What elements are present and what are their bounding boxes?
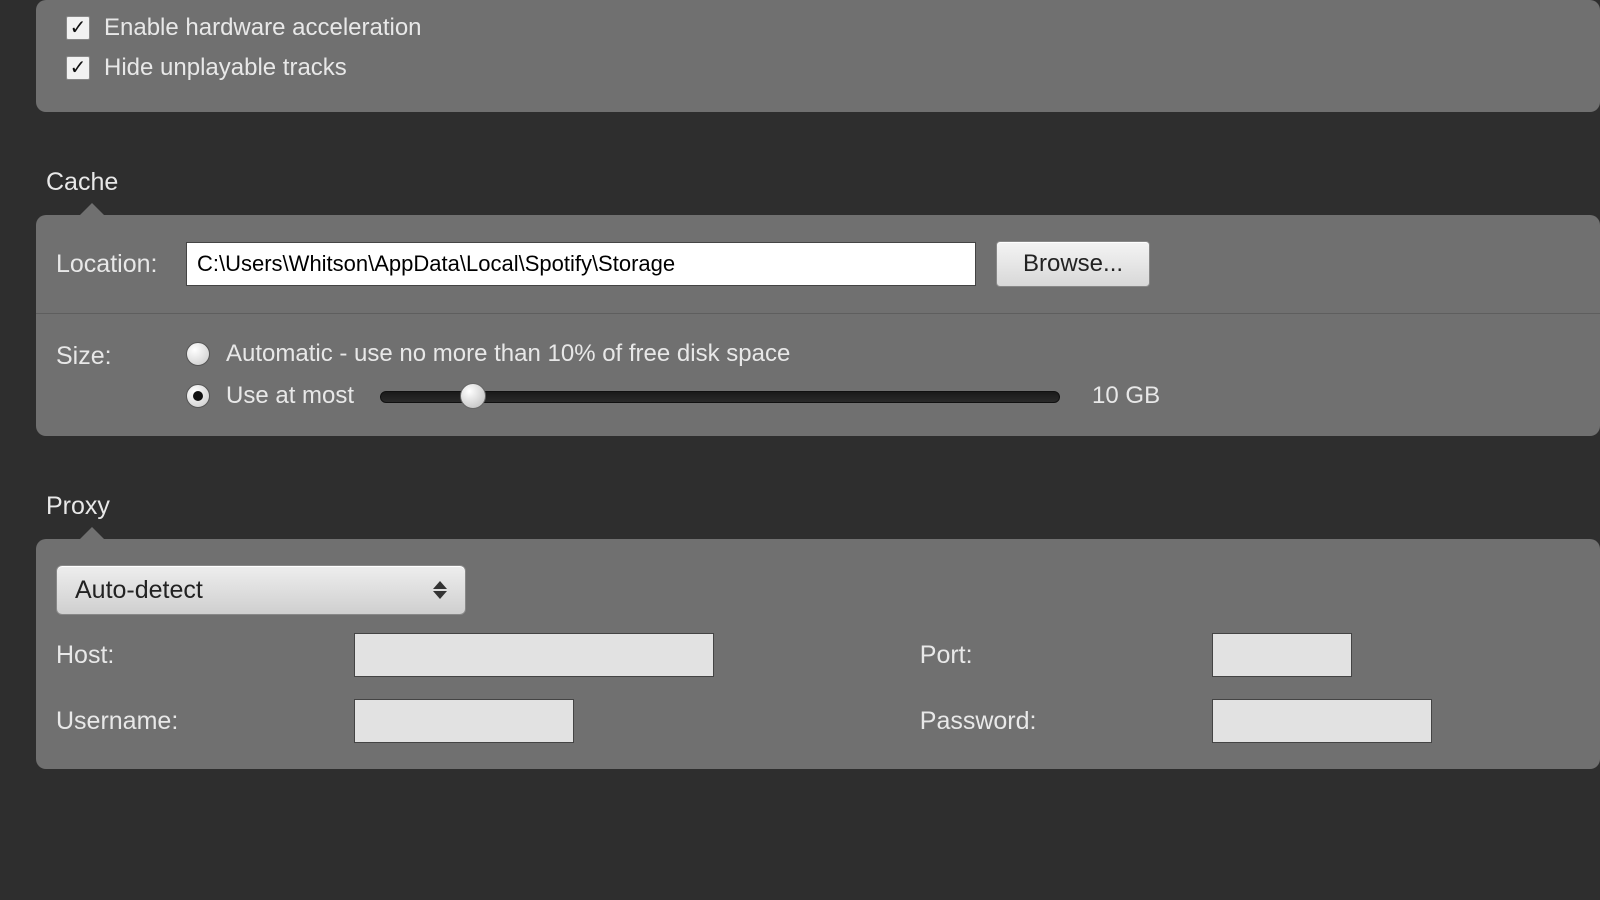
- hide-tracks-row: ✓ Hide unplayable tracks: [66, 48, 1570, 88]
- proxy-password-label: Password:: [920, 707, 1184, 736]
- slider-thumb[interactable]: [460, 383, 486, 409]
- cache-location-input[interactable]: [186, 242, 976, 286]
- proxy-section-title: Proxy: [46, 492, 1600, 521]
- size-auto-row: Automatic - use no more than 10% of free…: [186, 340, 1580, 368]
- hide-tracks-label: Hide unplayable tracks: [104, 54, 347, 82]
- slider-value-label: 10 GB: [1092, 382, 1160, 410]
- proxy-host-input[interactable]: [354, 633, 714, 677]
- proxy-mode-row: Auto-detect: [36, 539, 1600, 633]
- proxy-panel: Auto-detect Host: Port: Username: Passwo…: [36, 539, 1600, 769]
- hw-accel-label: Enable hardware acceleration: [104, 14, 422, 42]
- size-auto-label: Automatic - use no more than 10% of free…: [226, 340, 790, 368]
- size-auto-radio[interactable]: [186, 342, 210, 366]
- proxy-password-input[interactable]: [1212, 699, 1432, 743]
- general-panel-bottom: ✓ Enable hardware acceleration ✓ Hide un…: [36, 0, 1600, 112]
- proxy-mode-select[interactable]: Auto-detect: [56, 565, 466, 615]
- cache-size-label: Size:: [56, 340, 186, 371]
- proxy-mode-value: Auto-detect: [75, 576, 203, 605]
- hw-accel-row: ✓ Enable hardware acceleration: [66, 8, 1570, 48]
- hw-accel-checkbox[interactable]: ✓: [66, 16, 90, 40]
- proxy-fields: Host: Port: Username: Password:: [36, 633, 1600, 769]
- hide-tracks-checkbox[interactable]: ✓: [66, 56, 90, 80]
- cache-size-slider[interactable]: [380, 386, 1060, 406]
- size-atmost-radio[interactable]: [186, 384, 210, 408]
- cache-size-row: Size: Automatic - use no more than 10% o…: [36, 313, 1600, 436]
- browse-button[interactable]: Browse...: [996, 241, 1150, 287]
- cache-size-options: Automatic - use no more than 10% of free…: [186, 340, 1580, 410]
- proxy-username-input[interactable]: [354, 699, 574, 743]
- size-atmost-label: Use at most: [226, 382, 354, 410]
- size-atmost-row: Use at most 10 GB: [186, 382, 1580, 410]
- proxy-port-input[interactable]: [1212, 633, 1352, 677]
- proxy-port-label: Port:: [920, 641, 1184, 670]
- select-arrows-icon: [433, 581, 447, 599]
- proxy-username-label: Username:: [56, 707, 326, 736]
- cache-location-row: Location: Browse...: [36, 215, 1600, 313]
- cache-section-title: Cache: [46, 168, 1600, 197]
- cache-panel: Location: Browse... Size: Automatic - us…: [36, 215, 1600, 436]
- cache-location-label: Location:: [56, 250, 186, 279]
- proxy-host-label: Host:: [56, 641, 326, 670]
